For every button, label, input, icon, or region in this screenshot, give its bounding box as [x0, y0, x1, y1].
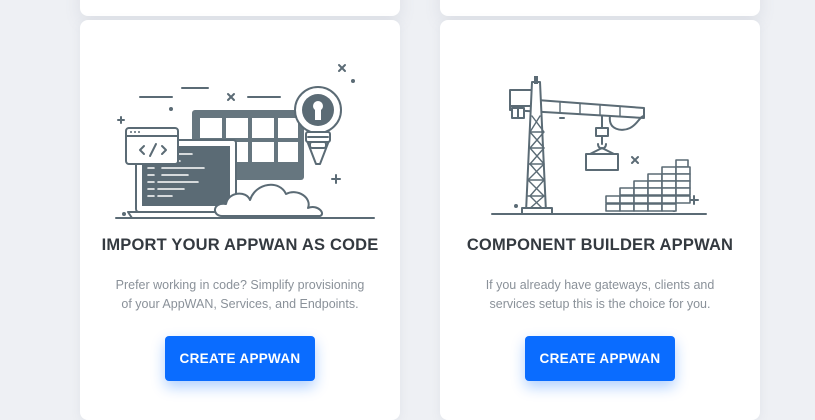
- card-description: If you already have gateways, clients an…: [485, 278, 715, 311]
- create-appwan-button[interactable]: CREATE APPWAN: [165, 336, 315, 381]
- previous-card-edge: [80, 0, 400, 16]
- card-description: Prefer working in code? Simplify provisi…: [115, 278, 365, 311]
- construction-crane-illustration: [491, 76, 707, 215]
- import-as-code-card[interactable]: IMPORT YOUR APPWAN AS CODE Prefer workin…: [80, 20, 400, 420]
- card-title: IMPORT YOUR APPWAN AS CODE: [101, 236, 379, 254]
- previous-card-edge: [440, 0, 760, 16]
- create-appwan-button[interactable]: CREATE APPWAN: [525, 336, 675, 381]
- component-builder-card[interactable]: COMPONENT BUILDER APPWAN If you already …: [440, 20, 760, 420]
- card-title: COMPONENT BUILDER APPWAN: [466, 236, 734, 254]
- code-editor-lightbulb-illustration: [115, 64, 375, 219]
